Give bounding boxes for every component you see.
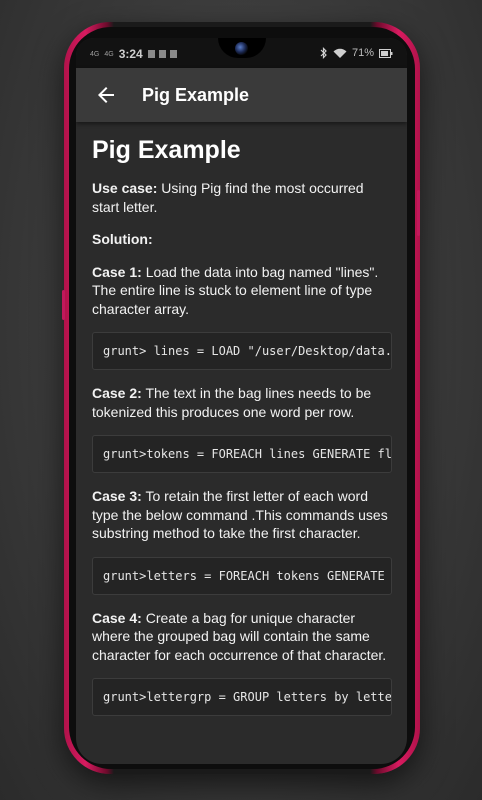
case-3-label: Case 3: xyxy=(92,488,142,504)
case-4-label: Case 4: xyxy=(92,609,142,626)
phone-screen: 4G 4G 3:24 71% Pig Example Pig Example U… xyxy=(76,38,407,764)
signal-indicator-2: 4G xyxy=(104,50,114,58)
case-1-paragraph: Case 1: Load the data into bag named "li… xyxy=(92,263,392,319)
use-case-label: Use case: xyxy=(92,180,158,196)
status-time: 3:24 xyxy=(118,47,143,61)
case-2-label: Case 2: xyxy=(92,385,142,401)
signal-indicator-1: 4G xyxy=(90,50,100,58)
status-bar: 4G 4G 3:24 71% xyxy=(76,38,407,68)
battery-icon xyxy=(379,48,393,58)
app-bar-title: Pig Example xyxy=(142,84,250,105)
case-2-paragraph: Case 2: The text in the bag lines needs … xyxy=(92,384,392,421)
app-bar: Pig Example xyxy=(76,68,407,122)
case-1-code-block[interactable]: grunt> lines = LOAD "/user/Desktop/data.… xyxy=(92,332,392,370)
use-case-paragraph: Use case: Using Pig find the most occurr… xyxy=(92,179,392,216)
battery-percentage: 71% xyxy=(351,47,374,59)
article-heading: Pig Example xyxy=(92,136,241,164)
case-4-code-block[interactable]: grunt>lettergrp = GROUP letters by lette… xyxy=(92,678,392,716)
front-camera xyxy=(235,42,248,55)
case-3-paragraph: Case 3: To retain the first letter of ea… xyxy=(92,487,392,543)
case-1-label: Case 1: xyxy=(92,263,142,280)
solution-paragraph: Solution: xyxy=(92,230,392,249)
case-4-paragraph: Case 4: Create a bag for unique characte… xyxy=(92,609,392,665)
case-3-code-block[interactable]: grunt>letters = FOREACH tokens GENERATE … xyxy=(92,556,392,595)
volume-button xyxy=(62,290,65,320)
bluetooth-icon xyxy=(320,47,327,59)
wifi-icon xyxy=(333,48,347,58)
back-arrow-icon[interactable] xyxy=(94,83,118,107)
notification-icon xyxy=(147,50,177,58)
article-content: Pig Example Use case: Using Pig find the… xyxy=(76,122,407,764)
case-2-code-block[interactable]: grunt>tokens = FOREACH lines GENERATE fl… xyxy=(92,435,392,473)
solution-label: Solution: xyxy=(92,231,153,247)
power-button xyxy=(417,190,420,236)
